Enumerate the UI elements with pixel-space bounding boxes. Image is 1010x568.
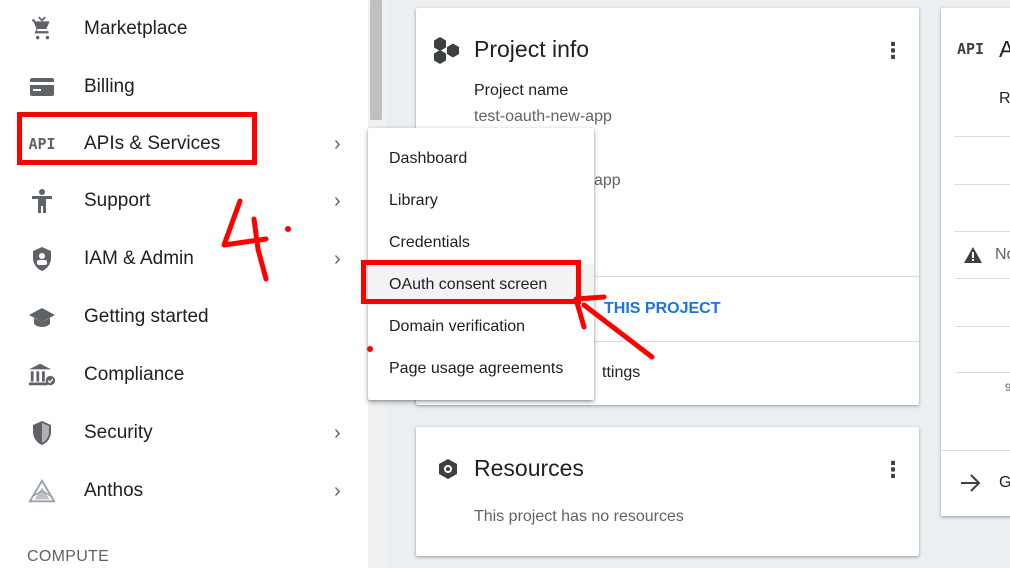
project-name-label: Project name: [474, 82, 569, 99]
submenu-item-label: Page usage agreements: [389, 360, 564, 377]
apis-card-row-label: R: [999, 90, 1010, 107]
graduation-cap-icon: [28, 303, 56, 331]
card-divider: [955, 136, 1010, 137]
chevron-right-icon[interactable]: ›: [334, 190, 341, 213]
api-icon: API: [957, 40, 985, 58]
resources-empty-text: This project has no resources: [474, 508, 684, 525]
sidebar-item-marketplace[interactable]: Marketplace: [0, 0, 368, 58]
billing-icon: [28, 73, 56, 101]
card-divider: [941, 450, 1010, 451]
submenu-item-domain-verification[interactable]: Domain verification: [368, 306, 594, 348]
project-number-partial: app: [594, 172, 621, 189]
sidebar-item-anthos[interactable]: Anthos ›: [0, 462, 368, 520]
resources-card: Resources ⋮ This project has no resource…: [416, 427, 919, 556]
sidebar-item-label: Billing: [84, 76, 135, 97]
project-info-title: Project info: [474, 36, 590, 62]
sidebar-item-getting-started[interactable]: Getting started: [0, 288, 368, 346]
card-divider: [955, 231, 1010, 232]
sidebar-item-compliance[interactable]: Compliance: [0, 346, 368, 404]
sidebar-item-label: Support: [84, 190, 151, 211]
sidebar-item-label: Getting started: [84, 306, 209, 327]
sidebar-item-billing[interactable]: Billing: [0, 58, 368, 116]
sidebar-item-apis-services[interactable]: API APIs & Services ›: [0, 115, 368, 173]
submenu-item-label: Library: [389, 192, 438, 209]
card-divider: [955, 184, 1010, 185]
bank-icon: [28, 361, 56, 389]
card-divider: [955, 326, 1010, 327]
cart-icon: [28, 15, 56, 43]
more-vert-icon[interactable]: ⋮: [882, 38, 904, 64]
project-settings-link[interactable]: ttings: [602, 364, 640, 382]
go-to-apis-link[interactable]: G: [999, 474, 1010, 492]
chevron-right-icon[interactable]: ›: [334, 422, 341, 445]
apis-services-submenu: Dashboard Library Credentials OAuth cons…: [368, 128, 594, 400]
warning-text: No: [995, 246, 1010, 263]
arrow-right-icon[interactable]: [959, 472, 983, 499]
card-divider: [955, 372, 1010, 373]
sidebar-item-iam-admin[interactable]: IAM & Admin ›: [0, 230, 368, 288]
sidebar-scrollbar-thumb[interactable]: [370, 0, 382, 120]
chevron-right-icon[interactable]: ›: [334, 248, 341, 271]
sidebar-item-label: Compliance: [84, 364, 185, 385]
api-icon: API: [28, 135, 56, 153]
chevron-right-icon[interactable]: ›: [334, 480, 341, 503]
section-heading-compute: COMPUTE: [27, 548, 110, 565]
more-vert-icon[interactable]: ⋮: [882, 457, 904, 483]
sidebar-item-label: Security: [84, 422, 153, 443]
submenu-item-library[interactable]: Library: [368, 180, 594, 222]
submenu-item-label: Dashboard: [389, 150, 468, 167]
anthos-icon: [28, 477, 56, 505]
submenu-item-dashboard[interactable]: Dashboard: [368, 138, 594, 180]
shield-icon: [28, 419, 56, 447]
project-hex-icon: [432, 36, 462, 69]
sidebar-item-support[interactable]: Support ›: [0, 172, 368, 230]
support-person-icon: [28, 187, 56, 215]
add-people-link[interactable]: THIS PROJECT: [604, 300, 720, 318]
shield-lock-icon: [28, 245, 56, 273]
warning-icon: [963, 246, 983, 269]
chevron-right-icon[interactable]: ›: [334, 133, 341, 156]
resources-icon: [436, 457, 460, 486]
submenu-item-page-usage-agreements[interactable]: Page usage agreements: [368, 348, 594, 390]
sidebar-item-security[interactable]: Security ›: [0, 404, 368, 462]
project-name-value: test-oauth-new-app: [474, 108, 612, 125]
resources-title: Resources: [474, 455, 584, 481]
sidebar-item-label: Marketplace: [84, 18, 188, 39]
apis-small-label: 9: [1005, 382, 1010, 394]
sidebar-nav: Marketplace Billing API APIs & Services …: [0, 0, 368, 568]
submenu-item-label: Domain verification: [389, 318, 526, 335]
sidebar-item-label: Anthos: [84, 480, 144, 501]
submenu-item-label: OAuth consent screen: [389, 276, 548, 293]
sidebar-item-label: IAM & Admin: [84, 248, 194, 269]
apis-card-title: A: [999, 36, 1010, 62]
submenu-item-credentials[interactable]: Credentials: [368, 222, 594, 264]
submenu-item-oauth-consent-screen[interactable]: OAuth consent screen: [368, 264, 594, 306]
card-divider: [955, 278, 1010, 279]
submenu-item-label: Credentials: [389, 234, 470, 251]
sidebar-item-label: APIs & Services: [84, 133, 221, 154]
apis-card: API A R No 9 G: [941, 8, 1010, 516]
